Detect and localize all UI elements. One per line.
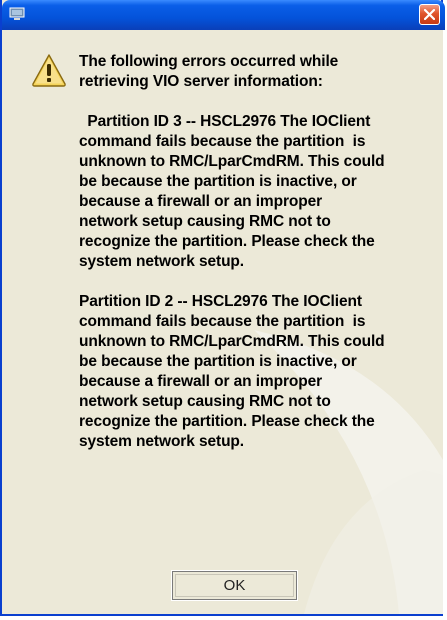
- dialog-window: The following errors occurred while retr…: [0, 0, 445, 616]
- partition-3-error-line: because a firewall or an improper: [79, 193, 323, 210]
- partition-2-error-line: system network setup.: [79, 433, 245, 450]
- message-heading-line: The following errors occurred while: [79, 53, 339, 70]
- message-heading-line: retrieving VIO server information:: [79, 73, 323, 90]
- partition-3-error-line: unknown to RMC/LparCmdRM. This could: [79, 153, 385, 170]
- partition-2-error-line: network setup causing RMC not to: [79, 393, 331, 410]
- partition-2-error-line: because a firewall or an improper: [79, 373, 323, 390]
- close-button[interactable]: [419, 4, 440, 25]
- title-bar[interactable]: [2, 0, 445, 30]
- partition-3-error-line: recognize the partition. Please check th…: [79, 233, 375, 250]
- dialog-body: The following errors occurred while retr…: [4, 30, 443, 614]
- partition-2-error-line: command fails because the partition is: [79, 313, 366, 330]
- partition-2-error-line: recognize the partition. Please check th…: [79, 413, 375, 430]
- partition-3-error-line: command fails because the partition is: [79, 133, 366, 150]
- partition-2-error-line: unknown to RMC/LparCmdRM. This could: [79, 333, 385, 350]
- partition-2-error-line: be because the partition is inactive, or: [79, 353, 357, 370]
- partition-3-error-line: system network setup.: [79, 253, 245, 270]
- warning-icon: [32, 54, 66, 87]
- close-icon: [424, 9, 435, 20]
- ok-button[interactable]: OK: [171, 570, 298, 601]
- monitor-icon: [9, 7, 25, 20]
- partition-3-error-line: Partition ID 3 -- HSCL2976 The IOClient: [79, 113, 371, 130]
- error-message: The following errors occurred while retr…: [79, 52, 434, 452]
- partition-2-error-line: Partition ID 2 -- HSCL2976 The IOClient: [79, 293, 362, 310]
- partition-3-error-line: network setup causing RMC not to: [79, 213, 331, 230]
- partition-3-error-line: be because the partition is inactive, or: [79, 173, 357, 190]
